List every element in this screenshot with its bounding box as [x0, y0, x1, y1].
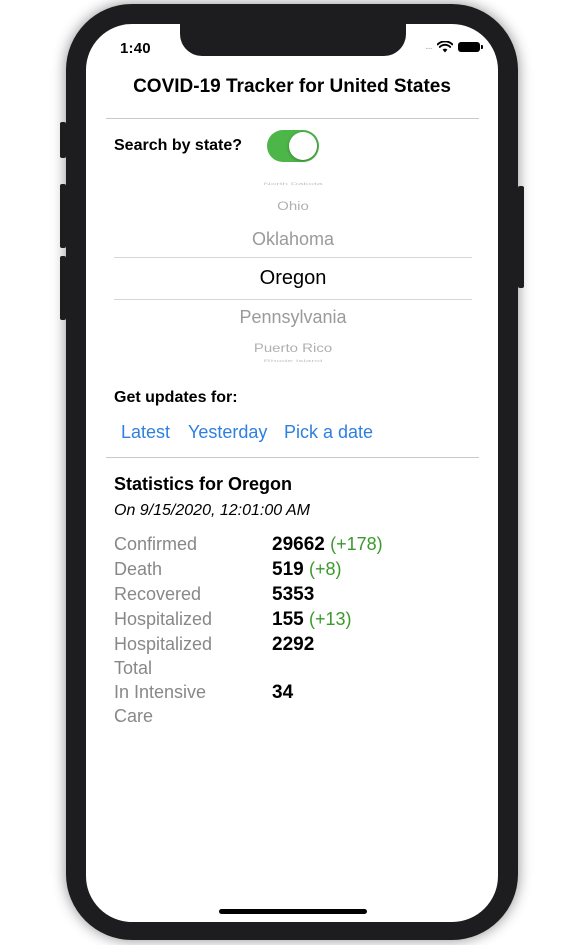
stats-table: Confirmed 29662 (+178) Death 519 (+8) Re… — [114, 532, 454, 728]
stat-value: 34 — [272, 682, 294, 703]
stat-label: Recovered — [114, 584, 202, 604]
stat-value: 29662 — [272, 534, 325, 555]
stats-divider — [106, 457, 479, 458]
get-updates-label: Get updates for: — [114, 389, 238, 406]
picker-item[interactable]: Oklahoma — [114, 229, 472, 250]
stat-delta: (+13) — [308, 609, 352, 629]
stat-delta: (+178) — [330, 534, 383, 554]
picker-item[interactable]: Ohio — [114, 200, 472, 214]
stat-value: 5353 — [272, 584, 315, 605]
toggle-knob — [289, 132, 317, 160]
pick-a-date-button[interactable]: Pick a date — [284, 422, 373, 443]
stat-label: Confirmed — [114, 534, 198, 554]
header-divider — [106, 118, 479, 119]
picker-item[interactable]: North Dakota — [114, 182, 472, 186]
power-button — [518, 186, 524, 288]
state-picker[interactable]: North Dakota Ohio Oklahoma Oregon Pennsy… — [114, 182, 472, 369]
picker-selection-top-line — [114, 257, 472, 258]
stat-value-cell: 2292 — [272, 632, 314, 680]
picker-item[interactable]: Puerto Rico — [114, 342, 472, 356]
picker-selected-item[interactable]: Oregon — [114, 267, 472, 290]
stat-row-hospitalized: Hospitalized 155 (+13) — [114, 607, 454, 632]
stat-delta: (+8) — [308, 559, 342, 579]
search-by-state-toggle[interactable] — [267, 130, 319, 162]
stat-label: In Intensive Care — [114, 682, 207, 726]
stat-row-confirmed: Confirmed 29662 (+178) — [114, 532, 454, 557]
stat-value-cell: 5353 — [272, 582, 314, 607]
home-indicator[interactable] — [219, 909, 367, 914]
notch — [180, 24, 406, 56]
battery-icon — [458, 42, 483, 52]
stat-row-recovered: Recovered 5353 — [114, 582, 454, 607]
wifi-icon — [437, 41, 453, 53]
stat-value: 519 — [272, 559, 304, 580]
yesterday-button[interactable]: Yesterday — [188, 422, 267, 443]
latest-button[interactable]: Latest — [121, 422, 170, 443]
stats-title: Statistics for Oregon — [114, 474, 293, 494]
status-time: 1:40 — [120, 40, 151, 57]
stats-date: On 9/15/2020, 12:01:00 AM — [114, 502, 310, 519]
stat-value-cell: 34 — [272, 680, 293, 728]
stat-value-cell: 155 (+13) — [272, 607, 352, 632]
stat-value: 2292 — [272, 634, 315, 655]
stat-label: Hospitalized — [114, 609, 213, 629]
stat-row-death: Death 519 (+8) — [114, 557, 454, 582]
picker-item[interactable]: Rhode Island — [114, 359, 472, 363]
phone-frame: 1:40 .... COVID-19 Tracker for United St… — [60, 4, 524, 940]
stat-row-hospitalized-total: Hospitalized Total 2292 — [114, 632, 454, 680]
app-title: COVID-19 Tracker for United States — [133, 76, 451, 97]
screen: 1:40 .... COVID-19 Tracker for United St… — [86, 24, 498, 922]
stat-value-cell: 519 (+8) — [272, 557, 342, 582]
stat-label: Hospitalized Total — [114, 634, 213, 678]
signal-icon: .... — [424, 41, 433, 52]
stat-label: Death — [114, 559, 163, 579]
stat-value: 155 — [272, 609, 304, 630]
mute-switch — [60, 122, 66, 158]
stat-value-cell: 29662 (+178) — [272, 532, 383, 557]
picker-selection-bottom-line — [114, 299, 472, 300]
picker-item[interactable]: Pennsylvania — [114, 307, 472, 328]
volume-down-button — [60, 256, 66, 320]
status-icons: .... — [424, 41, 483, 53]
volume-up-button — [60, 184, 66, 248]
search-by-state-label: Search by state? — [114, 137, 243, 154]
stat-row-in-intensive-care: In Intensive Care 34 — [114, 680, 454, 728]
